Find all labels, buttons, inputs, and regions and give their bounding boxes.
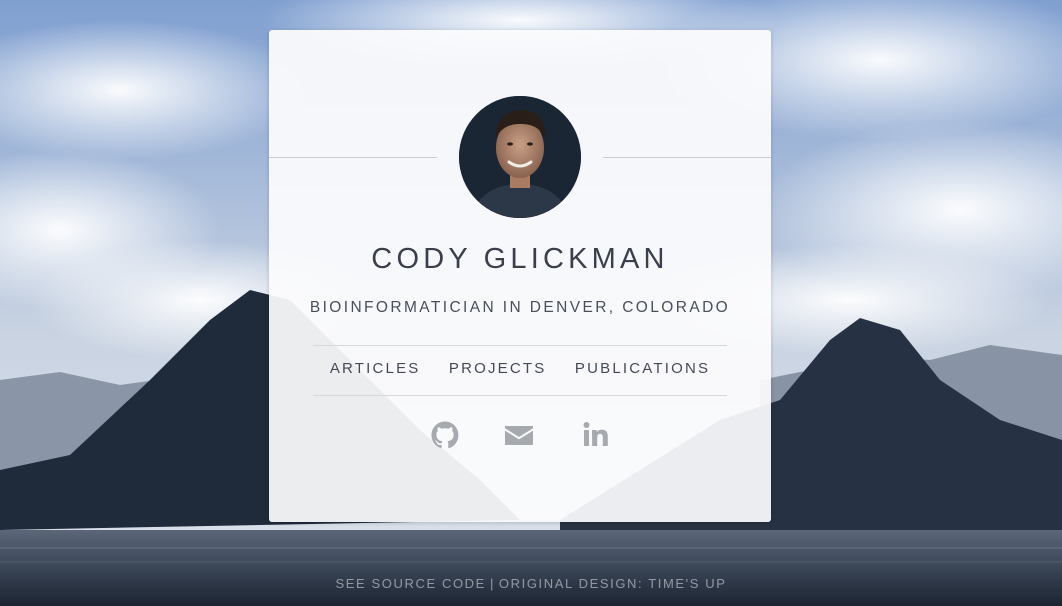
mail-icon[interactable] [503,419,535,451]
profile-subtitle: BIOINFORMATICIAN IN DENVER, COLORADO [309,299,731,316]
main-nav: ARTICLES PROJECTS PUBLICATIONS [269,360,771,377]
original-design-link[interactable]: ORIGINAL DESIGN: TIME'S UP [499,576,727,591]
avatar [459,96,581,218]
profile-card: CODY GLICKMAN BIOINFORMATICIAN IN DENVER… [269,30,771,522]
nav-projects-link[interactable]: PROJECTS [449,360,547,377]
profile-name: CODY GLICKMAN [371,243,669,275]
github-icon[interactable] [429,419,461,451]
nav-rule-top [313,345,727,346]
footer-separator: | [489,576,495,591]
footer: SEE SOURCE CODE | ORIGINAL DESIGN: TIME'S … [0,576,1062,591]
linkedin-icon[interactable] [580,419,612,451]
avatar-divider-right [603,157,771,158]
avatar-divider-left [269,157,437,158]
nav-articles-link[interactable]: ARTICLES [330,360,421,377]
nav-publications-link[interactable]: PUBLICATIONS [575,360,710,377]
source-code-link[interactable]: SEE SOURCE CODE [336,576,486,591]
nav-rule-bottom [313,395,727,396]
avatar-portrait [459,96,581,218]
